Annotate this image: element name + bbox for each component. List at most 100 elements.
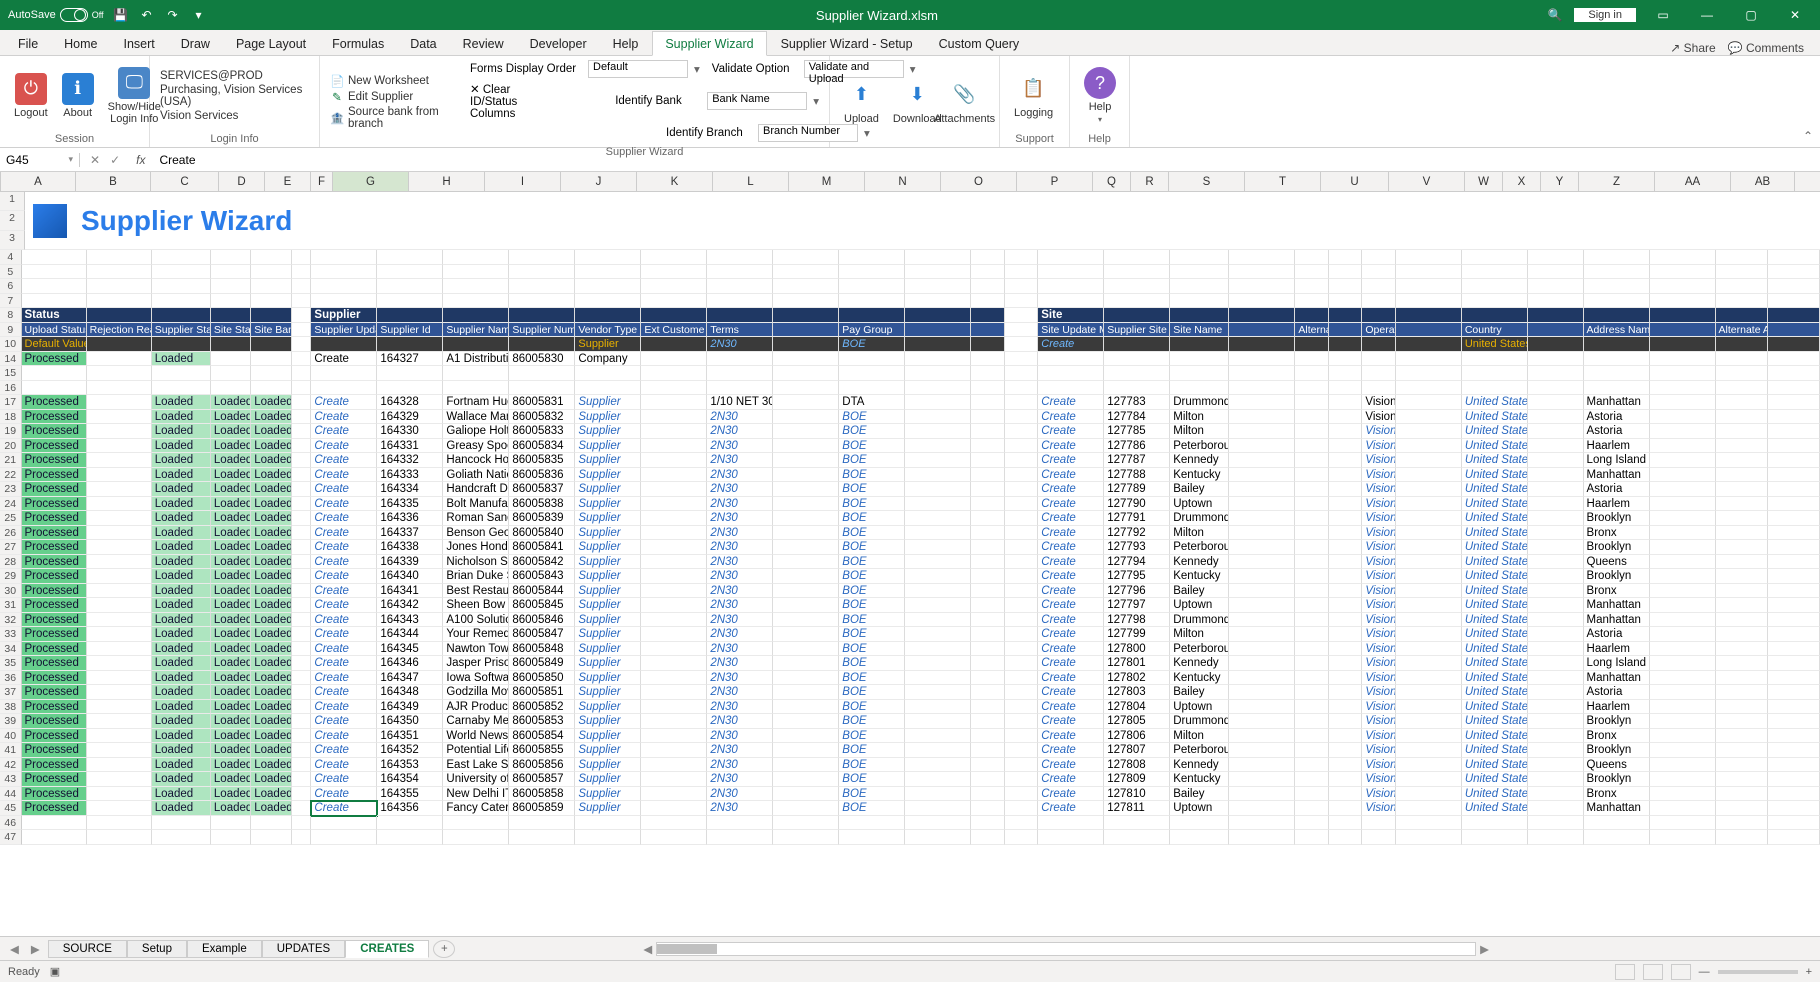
zoom-slider[interactable] xyxy=(1718,970,1798,974)
cell[interactable] xyxy=(1005,453,1039,468)
row-header[interactable]: 26 xyxy=(0,526,22,541)
cell[interactable] xyxy=(292,526,312,541)
cell[interactable] xyxy=(1295,700,1329,715)
cell[interactable]: Supplier Id xyxy=(377,323,443,338)
cell[interactable]: Drummond xyxy=(1170,714,1229,729)
cell[interactable]: 2N30 xyxy=(707,642,773,657)
cell[interactable]: 86005831 xyxy=(509,395,575,410)
cell[interactable]: Kennedy xyxy=(1170,656,1229,671)
cell[interactable]: Peterborough xyxy=(1170,743,1229,758)
cell[interactable] xyxy=(773,511,839,526)
cell[interactable] xyxy=(1768,482,1820,497)
cell[interactable] xyxy=(1768,613,1820,628)
cell[interactable] xyxy=(1005,787,1039,802)
cell[interactable] xyxy=(311,294,377,309)
sheet-tab-updates[interactable]: UPDATES xyxy=(262,940,345,958)
cell[interactable] xyxy=(1650,627,1716,642)
cell[interactable] xyxy=(1528,497,1584,512)
cell[interactable]: Create xyxy=(311,555,377,570)
cell[interactable] xyxy=(87,569,152,584)
cell[interactable]: 2N30 xyxy=(707,598,773,613)
cell[interactable]: Jasper Prison xyxy=(443,656,509,671)
cell[interactable] xyxy=(443,816,509,831)
cell[interactable]: 164347 xyxy=(377,671,443,686)
cell[interactable]: 2N30 xyxy=(707,526,773,541)
cell[interactable]: 127801 xyxy=(1104,656,1170,671)
cell[interactable]: 86005844 xyxy=(509,584,575,599)
cell[interactable] xyxy=(292,352,312,367)
cell[interactable]: Astoria xyxy=(1584,424,1650,439)
cell[interactable]: Processed xyxy=(22,729,87,744)
cell[interactable] xyxy=(1229,671,1295,686)
cell[interactable] xyxy=(1462,352,1528,367)
cell[interactable] xyxy=(1104,381,1170,396)
cell[interactable] xyxy=(1650,613,1716,628)
cell[interactable]: Create xyxy=(1038,395,1104,410)
cell[interactable]: BOE xyxy=(839,714,905,729)
cell[interactable]: Loaded xyxy=(251,700,291,715)
cell[interactable] xyxy=(1295,424,1329,439)
cell[interactable]: 164335 xyxy=(377,497,443,512)
cell[interactable]: 164327 xyxy=(377,352,443,367)
cell[interactable] xyxy=(971,482,1005,497)
cell[interactable]: United States xyxy=(1462,627,1528,642)
cell[interactable] xyxy=(641,801,707,816)
cell[interactable] xyxy=(641,627,707,642)
cell[interactable]: United States xyxy=(1462,555,1528,570)
cell[interactable] xyxy=(1295,337,1329,352)
cell[interactable]: East Lake Scho xyxy=(443,758,509,773)
row-header[interactable]: 10 xyxy=(0,337,22,352)
row-header[interactable]: 33 xyxy=(0,627,22,642)
cell[interactable] xyxy=(1104,816,1170,831)
cell[interactable] xyxy=(1229,381,1295,396)
cell[interactable] xyxy=(1650,656,1716,671)
cell[interactable] xyxy=(443,308,509,323)
cell[interactable] xyxy=(292,294,312,309)
cell[interactable]: Loaded xyxy=(251,613,291,628)
cell[interactable] xyxy=(1528,250,1584,265)
cell[interactable] xyxy=(1329,569,1363,584)
cell[interactable] xyxy=(1295,816,1329,831)
cell[interactable]: Create xyxy=(1038,569,1104,584)
cell[interactable] xyxy=(1768,540,1820,555)
cell[interactable]: 164342 xyxy=(377,598,443,613)
cell[interactable] xyxy=(773,366,839,381)
cell[interactable] xyxy=(1462,294,1528,309)
cell[interactable] xyxy=(211,279,251,294)
cell[interactable]: Bailey xyxy=(1170,584,1229,599)
cell[interactable] xyxy=(1005,352,1039,367)
row-header[interactable]: 44 xyxy=(0,787,22,802)
cell[interactable] xyxy=(1650,729,1716,744)
cell[interactable] xyxy=(1768,410,1820,425)
cell[interactable] xyxy=(87,424,152,439)
column-header-R[interactable]: R xyxy=(1131,172,1169,191)
cell[interactable] xyxy=(1005,801,1039,816)
cell[interactable] xyxy=(575,265,641,280)
cell[interactable] xyxy=(773,656,839,671)
cell[interactable] xyxy=(1229,584,1295,599)
cell[interactable] xyxy=(971,758,1005,773)
cell[interactable]: Brian Duke Sign xyxy=(443,569,509,584)
cell[interactable]: 86005832 xyxy=(509,410,575,425)
cell[interactable]: BOE xyxy=(839,453,905,468)
cell[interactable] xyxy=(509,265,575,280)
cell[interactable] xyxy=(839,265,905,280)
cell[interactable]: Vision Services xyxy=(1362,497,1396,512)
cell[interactable]: Processed xyxy=(22,598,87,613)
cell[interactable] xyxy=(1650,671,1716,686)
cell[interactable] xyxy=(292,743,312,758)
cell[interactable] xyxy=(1396,714,1462,729)
cell[interactable]: Loaded xyxy=(251,526,291,541)
row-header[interactable]: 36 xyxy=(0,671,22,686)
cell[interactable]: Loaded xyxy=(211,468,251,483)
cell[interactable]: 164343 xyxy=(377,613,443,628)
cell[interactable]: Vision Services xyxy=(1362,801,1396,816)
cell[interactable] xyxy=(1005,671,1039,686)
cell[interactable] xyxy=(251,816,291,831)
view-break-icon[interactable] xyxy=(1671,964,1691,980)
cell[interactable]: Brooklyn xyxy=(1584,714,1650,729)
column-header-Z[interactable]: Z xyxy=(1579,172,1655,191)
cell[interactable] xyxy=(1768,453,1820,468)
cell[interactable] xyxy=(1229,352,1295,367)
cell[interactable] xyxy=(1329,801,1363,816)
